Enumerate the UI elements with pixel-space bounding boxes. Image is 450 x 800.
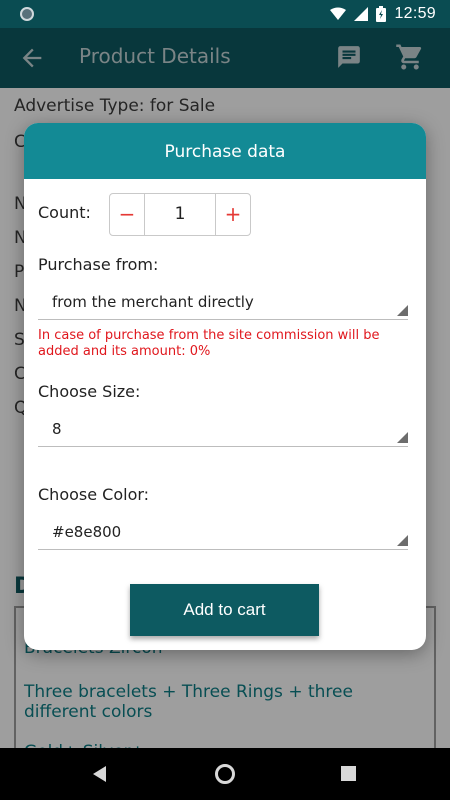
purchase-from-select[interactable]: from the merchant directly [38,290,408,320]
dropdown-arrow-icon [397,305,408,316]
add-to-cart-button[interactable]: Add to cart [130,584,319,636]
purchase-from-value: from the merchant directly [52,293,254,311]
count-row: Count: [38,203,91,222]
color-select[interactable]: #e8e800 [38,520,408,550]
size-label: Choose Size: [38,382,141,401]
nav-recents-icon[interactable] [341,766,356,781]
size-value: 8 [52,420,62,438]
dropdown-arrow-icon [397,535,408,546]
color-label: Choose Color: [38,485,150,504]
count-label: Count: [38,203,91,222]
wifi-icon [330,7,347,20]
dialog-title: Purchase data [24,123,426,179]
size-select[interactable]: 8 [38,417,408,447]
system-nav-bar [0,748,450,800]
battery-icon [376,6,387,22]
commission-note: In case of purchase from the site commis… [38,328,380,359]
color-value: #e8e800 [52,523,122,541]
clock: 12:59 [394,5,436,22]
nav-back-icon[interactable] [93,766,106,782]
increment-button[interactable]: + [216,194,250,235]
signal-icon [354,7,369,21]
quantity-value[interactable]: 1 [144,194,216,235]
decrement-button[interactable]: − [110,194,144,235]
nav-home-icon[interactable] [215,764,235,784]
quantity-stepper: − 1 + [109,193,251,236]
purchase-dialog: Purchase data Count: − 1 + Purchase from… [24,123,426,650]
status-bar: 12:59 [0,0,450,28]
status-icons: 12:59 [330,4,436,24]
notification-icon [20,7,34,21]
purchase-from-label: Purchase from: [38,255,159,274]
dropdown-arrow-icon [397,432,408,443]
